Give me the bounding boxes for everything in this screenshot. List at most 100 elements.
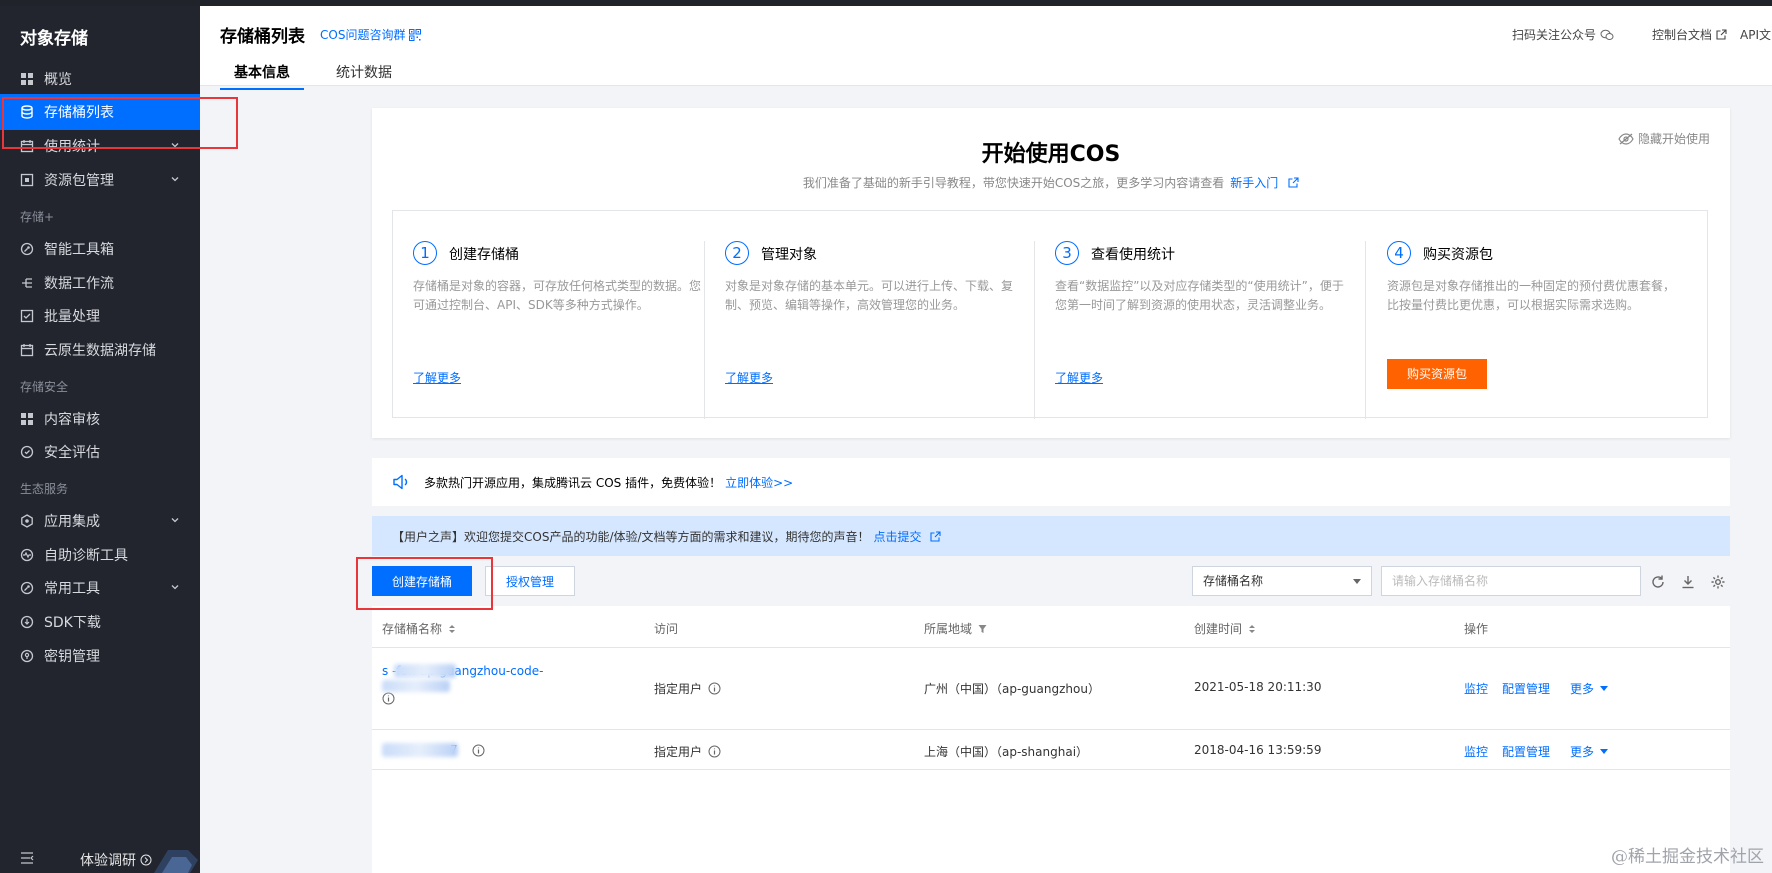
try-now-link[interactable]: 立即体验>> <box>725 474 793 491</box>
actions-cell: 监控 配置管理 更多 <box>1464 743 1609 760</box>
info-icon[interactable] <box>472 744 485 757</box>
chevron-down-icon <box>171 143 179 148</box>
bucket-name-cell: 7 <box>382 743 485 757</box>
sidebar-item-key-management[interactable]: 密钥管理 <box>0 638 200 674</box>
download-icon[interactable] <box>1680 574 1696 590</box>
sidebar-item-label: 使用统计 <box>44 139 100 155</box>
tab-statistics[interactable]: 统计数据 <box>336 62 392 88</box>
redacted-text <box>394 664 456 678</box>
qrcode-icon <box>409 28 422 41</box>
collapse-menu-icon[interactable] <box>20 852 34 864</box>
sort-icon <box>1249 624 1256 633</box>
sidebar-item-sdk-download[interactable]: SDK下载 <box>0 604 200 640</box>
actions-cell: 监控 配置管理 更多 <box>1464 680 1609 697</box>
monitor-link[interactable]: 监控 <box>1464 743 1488 760</box>
create-bucket-button[interactable]: 创建存储桶 <box>372 566 472 596</box>
column-header-actions: 操作 <box>1464 622 1489 636</box>
step-description: 存储桶是对象的容器，可存放任何格式类型的数据。您可通过控制台、API、SDK等多… <box>413 279 702 312</box>
cos-group-link[interactable]: COS问题咨询群 <box>320 26 422 43</box>
steps-container: 1 创建存储桶 存储桶是对象的容器，可存放任何格式类型的数据。您可通过控制台、A… <box>392 210 1708 419</box>
sidebar-footer: 体验调研 <box>0 844 200 873</box>
chevron-down-icon <box>171 177 179 182</box>
sidebar-item-self-diagnosis[interactable]: 自助诊断工具 <box>0 537 200 573</box>
sidebar-item-security-assessment[interactable]: 安全评估 <box>0 434 200 470</box>
sidebar-item-overview[interactable]: 概览 <box>0 61 200 97</box>
step-number: 1 <box>413 241 437 265</box>
info-icon[interactable] <box>382 692 395 705</box>
sidebar-item-label: 资源包管理 <box>44 173 114 189</box>
sidebar-item-label: 存储桶列表 <box>44 105 114 121</box>
more-dropdown[interactable]: 更多 <box>1570 743 1609 760</box>
learn-more-link[interactable]: 了解更多 <box>413 369 461 386</box>
authorization-management-button[interactable]: 授权管理 <box>485 566 575 596</box>
buy-package-button[interactable]: 购买资源包 <box>1387 359 1487 389</box>
sidebar-item-content-moderation[interactable]: 内容审核 <box>0 401 200 437</box>
sidebar-item-data-lake[interactable]: 云原生数据湖存储 <box>0 332 200 368</box>
api-docs-label: API文 <box>1740 28 1771 42</box>
column-header-created[interactable]: 创建时间 <box>1194 620 1256 637</box>
sidebar-item-label: 批量处理 <box>44 309 100 325</box>
calendar-icon <box>20 139 34 153</box>
getting-started-panel: 隐藏开始使用 开始使用COS 我们准备了基础的新手引导教程，带您快速开始COS之… <box>372 108 1730 438</box>
region-cell: 广州（中国）（ap-guangzhou） <box>924 682 1100 696</box>
caret-down-icon <box>1353 579 1361 584</box>
shield-icon <box>20 445 34 459</box>
submit-feedback-link[interactable]: 点击提交 <box>874 528 922 545</box>
console-docs-label: 控制台文档 <box>1652 28 1713 42</box>
config-link[interactable]: 配置管理 <box>1502 743 1550 760</box>
beginner-guide-link[interactable]: 新手入门 <box>1230 176 1278 190</box>
console-docs-link[interactable]: 控制台文档 <box>1652 26 1727 43</box>
caret-down-icon <box>1600 686 1609 691</box>
bucket-search-input[interactable] <box>1381 566 1641 596</box>
sidebar-item-common-tools[interactable]: 常用工具 <box>0 570 200 606</box>
getting-started-desc-text: 我们准备了基础的新手引导教程，带您快速开始COS之旅，更多学习内容请查看 <box>802 176 1225 190</box>
grid-icon <box>20 412 34 426</box>
sidebar-item-label: 数据工作流 <box>44 276 114 292</box>
monitor-link[interactable]: 监控 <box>1464 680 1488 697</box>
sidebar-item-label: 概览 <box>44 72 72 88</box>
page-title: 存储桶列表 <box>220 27 305 47</box>
sidebar-title: 对象存储 <box>20 29 88 49</box>
learn-more-link[interactable]: 了解更多 <box>725 369 773 386</box>
learn-more-link[interactable]: 了解更多 <box>1055 369 1103 386</box>
sidebar-item-resource-packs[interactable]: 资源包管理 <box>0 162 200 198</box>
chevron-down-icon <box>171 585 179 590</box>
sidebar-item-label: 云原生数据湖存储 <box>44 343 156 359</box>
step-title: 创建存储桶 <box>449 247 519 263</box>
sidebar-item-smart-toolbox[interactable]: 智能工具箱 <box>0 231 200 267</box>
database-icon <box>20 105 34 119</box>
search-field-select[interactable]: 存储桶名称 <box>1192 566 1372 596</box>
column-header-name[interactable]: 存储桶名称 <box>382 620 456 637</box>
user-voice-text: 【用户之声】欢迎您提交COS产品的功能/体验/文档等方面的需求和建议，期待您的声… <box>392 529 870 544</box>
follow-account-link[interactable]: 扫码关注公众号 <box>1512 26 1614 43</box>
column-header-access: 访问 <box>654 622 679 636</box>
more-dropdown[interactable]: 更多 <box>1570 680 1609 697</box>
survey-link[interactable]: 体验调研 <box>80 850 152 870</box>
access-cell: 指定用户 <box>654 743 721 760</box>
info-icon[interactable] <box>708 745 721 758</box>
config-link[interactable]: 配置管理 <box>1502 680 1550 697</box>
arrow-circle-icon <box>140 854 152 866</box>
column-header-region[interactable]: 所属地域 <box>924 620 987 637</box>
sidebar-item-usage-stats[interactable]: 使用统计 <box>0 128 200 164</box>
sidebar-item-label: 常用工具 <box>44 581 100 597</box>
sort-icon <box>449 624 456 633</box>
tab-basic-info[interactable]: 基本信息 <box>220 62 304 90</box>
page-header: 存储桶列表 COS问题咨询群 扫码关注公众号 控制台文档 API文 基本信息 统… <box>200 6 1772 90</box>
sidebar-item-data-workflow[interactable]: 数据工作流 <box>0 265 200 301</box>
sidebar-item-batch-processing[interactable]: 批量处理 <box>0 298 200 334</box>
redacted-text <box>382 680 450 692</box>
api-docs-link[interactable]: API文 <box>1740 26 1771 43</box>
redacted-text <box>382 743 458 757</box>
pulse-icon <box>20 548 34 562</box>
promo-text: 多款热门开源应用，集成腾讯云 COS 插件，免费体验！ <box>424 475 722 490</box>
sidebar-item-app-integration[interactable]: 应用集成 <box>0 503 200 539</box>
created-time-cell: 2018-04-16 13:59:59 <box>1194 743 1322 757</box>
step-description: 对象是对象存储的基本单元。可以进行上传、下载、复制、预览、编辑等操作，高效管理您… <box>725 279 1014 312</box>
refresh-icon[interactable] <box>1650 574 1666 590</box>
created-time-cell: 2021-05-18 20:11:30 <box>1194 680 1322 694</box>
info-icon[interactable] <box>708 682 721 695</box>
cos-group-label: COS问题咨询群 <box>320 28 406 42</box>
gear-icon[interactable] <box>1710 574 1726 590</box>
sidebar-item-bucket-list[interactable]: 存储桶列表 <box>0 94 200 130</box>
